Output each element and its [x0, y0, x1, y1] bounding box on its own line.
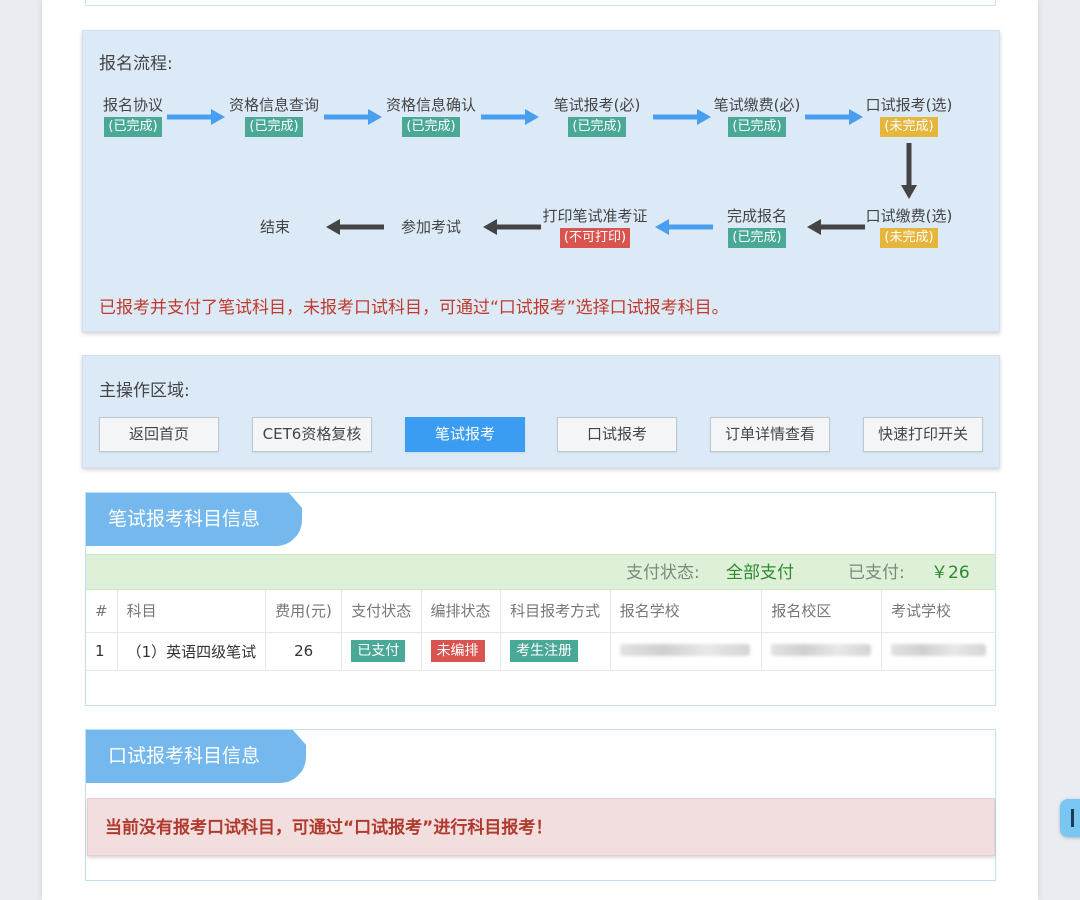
step-label: 笔试报考(必)	[553, 96, 641, 114]
process-notice: 已报考并支付了笔试科目，未报考口试科目，可通过“口试报考”选择口试报考科目。	[99, 298, 729, 318]
written-subjects-card: 笔试报考科目信息 支付状态: 全部支付 已支付: ￥26 # 科目 费用(元) …	[85, 492, 996, 706]
step-oral-payment: 口试缴费(选) (未完成)	[849, 206, 969, 248]
step-label: 资格信息查询	[228, 96, 319, 114]
step-status-badge: (未完成)	[880, 228, 938, 248]
exam-school-cell	[880, 631, 995, 671]
payment-summary-bar: 支付状态: 全部支付 已支付: ￥26	[86, 554, 995, 590]
pay-status-label: 支付状态:	[626, 563, 700, 583]
pay-status-value: 全部支付	[726, 563, 794, 583]
school-cell	[609, 631, 763, 671]
step-status-badge: (不可打印)	[559, 228, 631, 248]
step-label: 资格信息确认	[385, 96, 476, 114]
arrow-right-icon	[167, 109, 225, 125]
arrow-right-icon	[805, 109, 863, 125]
column-header: 科目	[116, 590, 267, 633]
step-qualification-confirm: 资格信息确认 (已完成)	[371, 95, 491, 137]
step-status-badge: (已完成)	[402, 117, 460, 137]
method-cell: 考生注册	[500, 631, 611, 671]
arrange-status-cell: 未编排	[420, 631, 502, 671]
column-header: 报名校区	[761, 590, 882, 633]
previous-section-box	[85, 0, 996, 6]
step-complete: 完成报名 (已完成)	[697, 206, 817, 248]
column-header: 科目报考方式	[500, 590, 611, 633]
arrow-left-icon	[807, 219, 865, 235]
side-float-tab[interactable]	[1060, 799, 1080, 837]
fee-value: 26	[265, 631, 343, 671]
step-label: 完成报名	[726, 207, 787, 225]
step-oral-register: 口试报考(选) (未完成)	[849, 95, 969, 137]
step-status-badge: (已完成)	[245, 117, 303, 137]
step-status-badge: (已完成)	[728, 117, 786, 137]
step-label: 参加考试	[400, 218, 461, 236]
step-qualification-query: 资格信息查询 (已完成)	[214, 95, 334, 137]
process-title: 报名流程:	[99, 54, 173, 74]
step-label: 口试缴费(选)	[865, 207, 953, 225]
step-label: 打印笔试准考证	[542, 207, 648, 225]
arrow-left-icon	[483, 219, 541, 235]
unarranged-badge: 未编排	[430, 640, 485, 662]
column-header: 费用(元)	[265, 590, 343, 633]
arrow-right-icon	[324, 109, 382, 125]
redacted-school	[619, 644, 750, 656]
pay-status-cell: 已支付	[341, 631, 422, 671]
registration-method-badge: 考生注册	[510, 640, 579, 662]
step-label: 口试报考(选)	[865, 96, 953, 114]
order-details-button[interactable]: 订单详情查看	[710, 417, 830, 452]
table-header-row: # 科目 费用(元) 支付状态 编排状态 科目报考方式 报名学校 报名校区 考试…	[86, 590, 995, 633]
step-written-payment: 笔试缴费(必) (已完成)	[697, 95, 817, 137]
step-status-badge: (未完成)	[880, 117, 938, 137]
table-row: 1 （1）英语四级笔试 26 已支付 未编排 考生注册	[86, 631, 995, 671]
campus-cell	[761, 631, 882, 671]
written-subjects-table: # 科目 费用(元) 支付状态 编排状态 科目报考方式 报名学校 报名校区 考试…	[86, 590, 995, 671]
arrow-right-icon	[653, 109, 711, 125]
step-print-ticket: 打印笔试准考证 (不可打印)	[535, 206, 655, 248]
paid-badge: 已支付	[351, 640, 406, 662]
step-status-badge: (已完成)	[104, 117, 162, 137]
row-number: 1	[86, 631, 118, 671]
step-end: 结束	[215, 217, 335, 237]
step-label: 结束	[259, 218, 290, 236]
no-oral-subject-alert: 当前没有报考口试科目，可通过“口试报考”进行科目报考！	[87, 798, 995, 856]
subject-name: （1）英语四级笔试	[116, 631, 267, 671]
column-header: 支付状态	[341, 590, 422, 633]
oral-section-title: 口试报考科目信息	[86, 730, 306, 783]
redacted-exam-school	[890, 644, 986, 656]
column-header: #	[86, 590, 118, 633]
redacted-campus	[771, 644, 872, 656]
home-button[interactable]: 返回首页	[99, 417, 219, 452]
step-status-badge: (已完成)	[568, 117, 626, 137]
step-take-exam: 参加考试	[371, 217, 491, 237]
oral-subjects-card: 口试报考科目信息 当前没有报考口试科目，可通过“口试报考”进行科目报考！	[85, 729, 996, 881]
column-header: 考试学校	[880, 590, 995, 633]
arrow-left-icon	[655, 219, 713, 235]
arrow-right-icon	[481, 109, 539, 125]
cet6-review-button[interactable]: CET6资格复核	[252, 417, 372, 452]
quick-print-toggle-button[interactable]: 快速打印开关	[863, 417, 983, 452]
column-header: 编排状态	[420, 590, 502, 633]
paid-amount-value: ￥26	[931, 563, 970, 583]
step-label: 笔试缴费(必)	[713, 96, 801, 114]
operations-title: 主操作区域:	[99, 381, 190, 401]
step-status-badge: (已完成)	[728, 228, 786, 248]
step-written-register: 笔试报考(必) (已完成)	[537, 95, 657, 137]
arrow-left-icon	[326, 219, 384, 235]
process-panel: 报名流程: 报名协议 (已完成) 资格信息查询 (已完成) 资格信息确认 (已完…	[82, 30, 1000, 332]
arrow-down-icon	[901, 143, 917, 199]
column-header: 报名学校	[609, 590, 763, 633]
written-section-title: 笔试报考科目信息	[86, 493, 302, 546]
paid-amount-label: 已支付:	[848, 563, 905, 583]
written-register-button[interactable]: 笔试报考	[405, 417, 525, 452]
oral-register-button[interactable]: 口试报考	[557, 417, 677, 452]
